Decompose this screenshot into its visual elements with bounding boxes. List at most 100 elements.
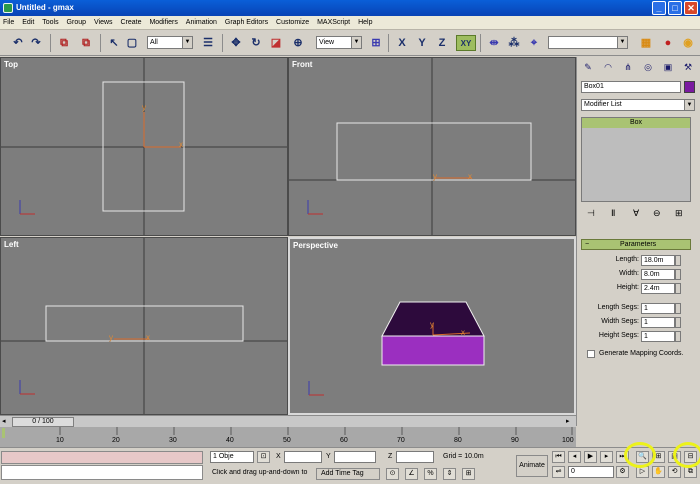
x-coord-field[interactable] — [284, 451, 322, 463]
lock-selection-icon[interactable]: ⊡ — [257, 451, 270, 463]
angle-snap-icon[interactable]: ∠ — [405, 468, 418, 480]
spinner-snap-icon[interactable]: ⇕ — [443, 468, 456, 480]
track-bar[interactable]: 10 20 30 40 50 60 70 80 90 100 — [0, 427, 576, 447]
slider-next-icon[interactable]: ▸ — [566, 417, 570, 425]
parameters-rollout-header[interactable]: − Parameters — [581, 239, 691, 250]
viewport-front[interactable]: Front x y — [288, 57, 576, 236]
menu-views[interactable]: Views — [91, 16, 116, 30]
modify-tab-icon[interactable]: ◠ — [601, 60, 615, 74]
menu-animation[interactable]: Animation — [183, 16, 220, 30]
display-tab-icon[interactable]: ▣ — [661, 60, 675, 74]
prev-frame-icon[interactable]: ◂ — [568, 451, 581, 463]
selection-filter-dropdown[interactable]: All ▼ — [147, 36, 193, 49]
restrict-x-button[interactable]: X — [394, 35, 410, 51]
pan-hand-icon[interactable]: ✋ — [652, 466, 665, 478]
current-frame-field[interactable]: 0 — [568, 466, 614, 478]
redo-icon[interactable]: ↷ — [28, 35, 44, 51]
width-spinner[interactable] — [675, 269, 681, 280]
menu-graph-editors[interactable]: Graph Editors — [222, 16, 271, 30]
create-tab-icon[interactable]: ✎ — [581, 60, 595, 74]
maxscript-output-mini[interactable] — [1, 465, 203, 480]
menu-modifiers[interactable]: Modifiers — [146, 16, 180, 30]
add-time-tag-button[interactable]: Add Time Tag — [316, 468, 380, 480]
select-object-icon[interactable]: ↖ — [106, 35, 122, 51]
select-region-icon[interactable]: ▢ — [124, 35, 140, 51]
modifier-stack[interactable]: Box — [581, 117, 691, 202]
unlink-icon[interactable]: ⧉ — [78, 35, 94, 51]
time-slider[interactable]: ◂ 0 / 100 ▸ — [0, 415, 576, 427]
restrict-y-button[interactable]: Y — [414, 35, 430, 51]
object-name-field[interactable]: Box01 — [581, 81, 681, 93]
width-input[interactable]: 8.0m — [641, 269, 675, 280]
maxscript-listener-mini[interactable] — [1, 451, 203, 464]
menu-file[interactable]: File — [0, 16, 17, 30]
width-segs-input[interactable]: 1 — [641, 317, 675, 328]
height-segs-input[interactable]: 1 — [641, 331, 675, 342]
align-icon[interactable]: ⌖ — [526, 35, 542, 51]
animate-button[interactable]: Animate — [516, 455, 548, 477]
utilities-tab-icon[interactable]: ⚒ — [681, 60, 695, 74]
height-spinner[interactable] — [675, 283, 681, 294]
quick-render-icon[interactable]: ◉ — [680, 35, 696, 51]
object-color-swatch[interactable] — [684, 81, 695, 93]
key-mode-icon[interactable]: ⇌ — [552, 466, 565, 478]
material-editor-icon[interactable]: ▦ — [638, 35, 654, 51]
go-to-start-icon[interactable]: ⏮ — [552, 451, 565, 463]
move-icon[interactable]: ✥ — [228, 35, 244, 51]
window-crossing-icon[interactable]: ⊞ — [462, 468, 475, 480]
pin-stack-icon[interactable]: ⊣ — [587, 208, 595, 219]
menu-tools[interactable]: Tools — [39, 16, 61, 30]
width-segs-spinner[interactable] — [675, 317, 681, 328]
scale-icon[interactable]: ◪ — [268, 35, 284, 51]
render-icon[interactable]: ● — [660, 35, 676, 51]
height-segs-spinner[interactable] — [675, 331, 681, 342]
restrict-xy-button[interactable]: XY — [456, 35, 476, 51]
length-input[interactable]: 18.0m — [641, 255, 675, 266]
height-input[interactable]: 2.4m — [641, 283, 675, 294]
configure-sets-icon[interactable]: ⊞ — [675, 208, 683, 219]
hierarchy-tab-icon[interactable]: ⋔ — [621, 60, 635, 74]
snap-toggle-icon[interactable]: ⊙ — [386, 468, 399, 480]
length-spinner[interactable] — [675, 255, 681, 266]
modifier-list-dropdown[interactable]: Modifier List ▼ — [581, 99, 695, 111]
maximize-button[interactable]: □ — [668, 1, 682, 15]
viewport-top[interactable]: Top x y — [0, 57, 288, 236]
play-icon[interactable]: ▶ — [584, 451, 597, 463]
make-unique-icon[interactable]: ∀ — [633, 208, 639, 219]
time-config-icon[interactable]: ⚙ — [616, 466, 629, 478]
undo-icon[interactable]: ↶ — [10, 35, 26, 51]
reference-coord-dropdown[interactable]: View ▼ — [316, 36, 362, 49]
pivot-icon[interactable]: ⊕ — [290, 35, 306, 51]
motion-tab-icon[interactable]: ◎ — [641, 60, 655, 74]
close-button[interactable]: ✕ — [684, 1, 698, 15]
viewport-perspective[interactable]: Perspective y x — [288, 237, 576, 415]
minimize-button[interactable]: _ — [652, 1, 666, 15]
percent-snap-icon[interactable]: % — [424, 468, 437, 480]
menu-edit[interactable]: Edit — [19, 16, 37, 30]
select-and-link-icon[interactable]: ⧉ — [56, 35, 72, 51]
z-coord-field[interactable] — [396, 451, 434, 463]
gen-mapping-checkbox[interactable] — [587, 350, 595, 358]
menu-create[interactable]: Create — [117, 16, 144, 30]
menu-customize[interactable]: Customize — [273, 16, 312, 30]
length-segs-spinner[interactable] — [675, 303, 681, 314]
menu-help[interactable]: Help — [355, 16, 375, 30]
time-slider-thumb[interactable]: 0 / 100 — [12, 417, 74, 427]
restrict-z-button[interactable]: Z — [434, 35, 450, 51]
slider-prev-icon[interactable]: ◂ — [2, 417, 6, 425]
menu-maxscript[interactable]: MAXScript — [314, 16, 353, 30]
length-segs-input[interactable]: 1 — [641, 303, 675, 314]
rotate-icon[interactable]: ↻ — [248, 35, 264, 51]
named-selection-dropdown[interactable]: ▼ — [548, 36, 628, 49]
array-icon[interactable]: ⁂ — [506, 35, 522, 51]
mirror-icon[interactable]: ⇹ — [486, 35, 502, 51]
show-end-result-icon[interactable]: Ⅱ — [611, 208, 615, 219]
stack-item-box[interactable]: Box — [582, 118, 690, 128]
viewport-left[interactable]: Left x y — [0, 237, 288, 415]
select-by-name-icon[interactable]: ☰ — [200, 35, 216, 51]
menu-group[interactable]: Group — [64, 16, 89, 30]
use-pivot-center-icon[interactable]: ⊞ — [368, 35, 384, 51]
arc-rotate-icon[interactable]: ⟲ — [668, 466, 681, 478]
remove-modifier-icon[interactable]: ⊖ — [653, 208, 661, 219]
y-coord-field[interactable] — [334, 451, 376, 463]
